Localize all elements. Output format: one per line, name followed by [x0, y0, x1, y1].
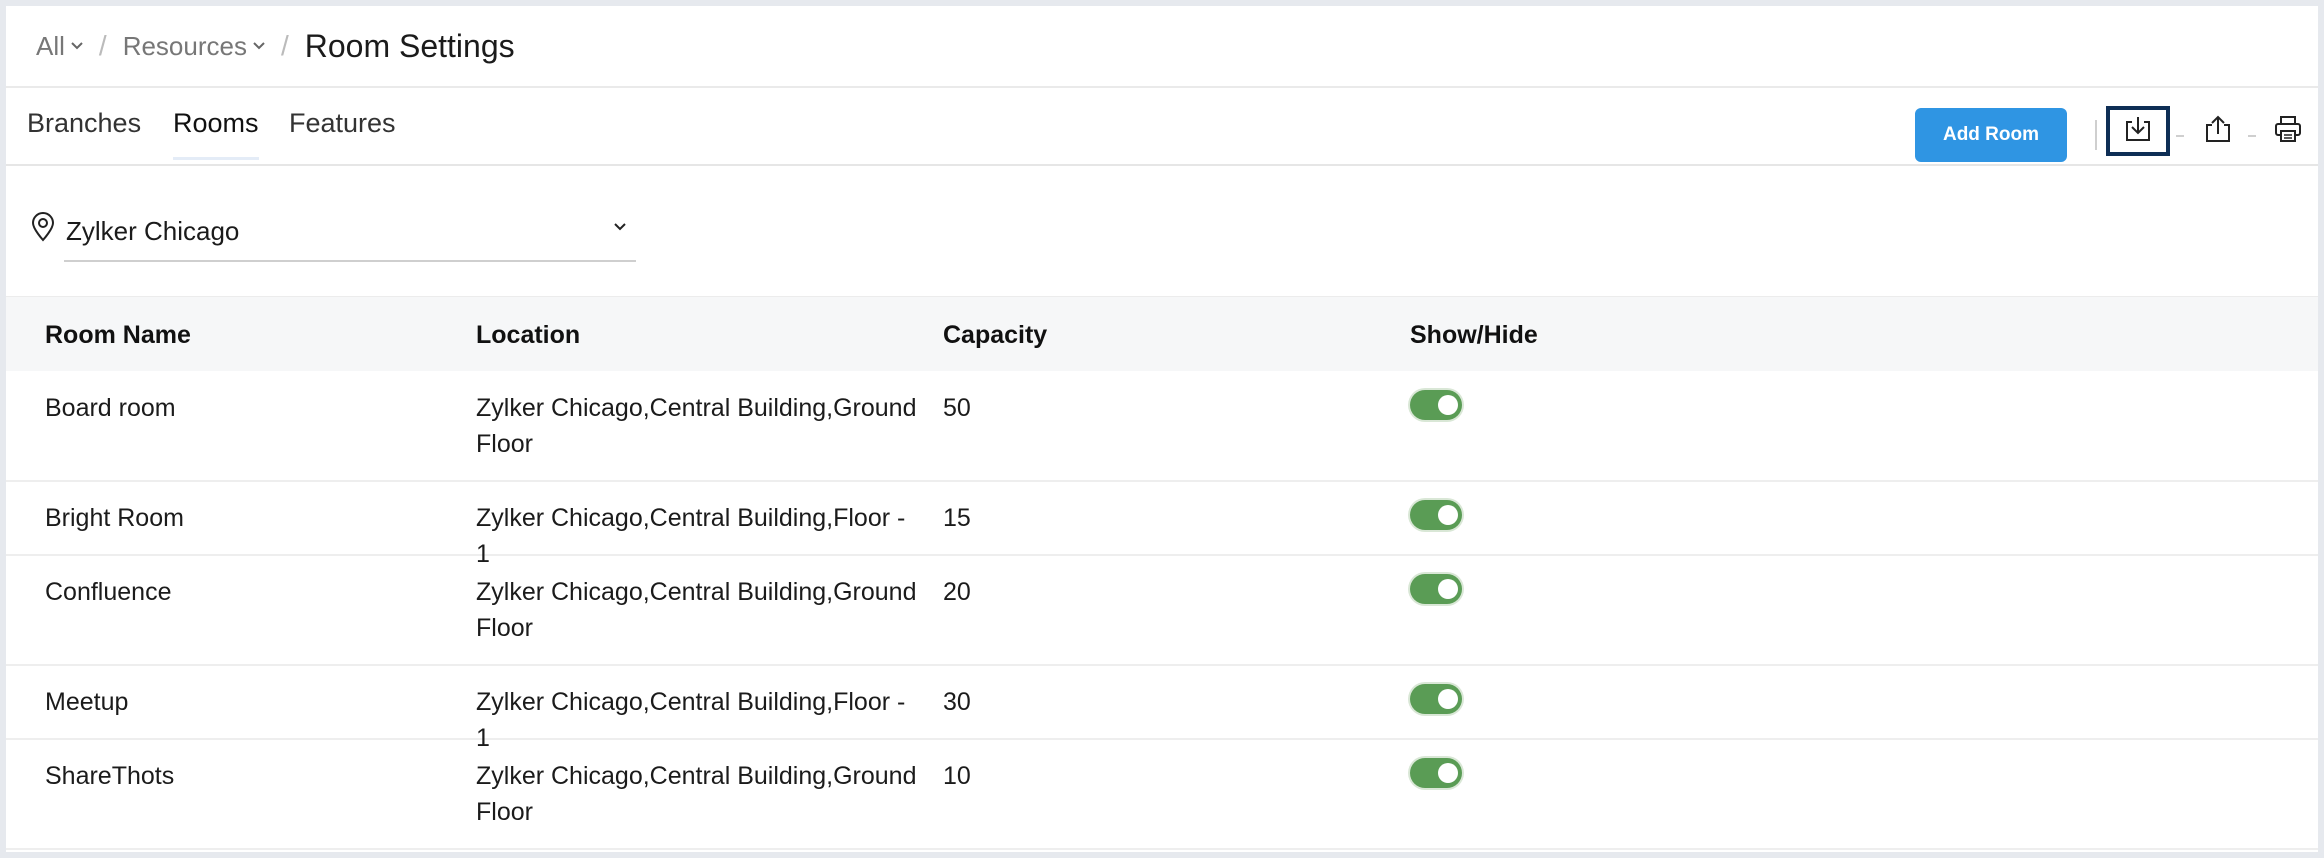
chevron-down-icon — [614, 218, 626, 236]
toolbar-divider — [2095, 120, 2097, 150]
room-capacity: 10 — [943, 762, 971, 790]
toolbar-dot — [2248, 135, 2256, 137]
column-header-show-hide: Show/Hide — [1410, 321, 1538, 349]
breadcrumb-resources-label: Resources — [122, 30, 247, 61]
room-capacity: 20 — [943, 578, 971, 606]
room-capacity: 30 — [943, 688, 971, 716]
tab-features[interactable]: Features — [289, 108, 396, 157]
room-location: Zylker Chicago,Central Building,Ground F… — [476, 578, 917, 642]
branch-location-select[interactable]: Zylker Chicago — [64, 202, 636, 262]
import-icon — [2123, 114, 2153, 149]
table-row: Board room Zylker Chicago,Central Buildi… — [6, 370, 2318, 482]
room-name: Board room — [45, 394, 176, 422]
show-hide-toggle[interactable] — [1410, 574, 1462, 604]
toggle-knob — [1438, 579, 1458, 599]
location-pin-icon — [30, 212, 56, 242]
breadcrumb: All / Resources / Room Settings — [6, 6, 2318, 88]
room-location: Zylker Chicago,Central Building,Ground F… — [476, 762, 917, 826]
breadcrumb-separator: / — [280, 30, 289, 61]
show-hide-toggle[interactable] — [1410, 500, 1462, 530]
column-header-location: Location — [476, 321, 581, 349]
toggle-knob — [1438, 395, 1458, 415]
page-title: Room Settings — [304, 27, 515, 64]
table-row: Meetup Zylker Chicago,Central Building,F… — [6, 664, 2318, 752]
show-hide-toggle[interactable] — [1410, 684, 1462, 714]
show-hide-toggle[interactable] — [1410, 758, 1462, 788]
room-location: Zylker Chicago,Central Building,Ground F… — [476, 394, 917, 458]
column-header-capacity: Capacity — [943, 321, 1048, 349]
toggle-knob — [1438, 689, 1458, 709]
export-button[interactable] — [2186, 106, 2250, 156]
column-header-room-name: Room Name — [45, 321, 191, 349]
room-capacity: 50 — [943, 394, 971, 422]
app-frame: All / Resources / Room Settings Branches… — [6, 6, 2318, 852]
branch-location-value: Zylker Chicago — [66, 215, 240, 246]
show-hide-toggle[interactable] — [1410, 390, 1462, 420]
add-room-button[interactable]: Add Room — [1915, 108, 2067, 162]
table-row: Bright Room Zylker Chicago,Central Build… — [6, 480, 2318, 568]
table-header: Room Name Location Capacity Show/Hide — [6, 296, 2318, 371]
room-capacity: 15 — [943, 504, 971, 532]
breadcrumb-all-label: All — [36, 30, 65, 61]
breadcrumb-all[interactable]: All — [36, 31, 83, 62]
breadcrumb-separator: / — [98, 30, 107, 61]
chevron-down-icon — [71, 37, 83, 55]
import-button[interactable] — [2106, 106, 2170, 156]
room-name: Bright Room — [45, 504, 184, 532]
table-row: Confluence Zylker Chicago,Central Buildi… — [6, 554, 2318, 666]
table-row: ShareThots Zylker Chicago,Central Buildi… — [6, 738, 2318, 850]
tab-rooms[interactable]: Rooms — [173, 108, 259, 160]
room-name: ShareThots — [45, 762, 175, 790]
toggle-knob — [1438, 505, 1458, 525]
chevron-down-icon — [253, 37, 265, 55]
breadcrumb-resources[interactable]: Resources — [123, 31, 265, 62]
room-name: Meetup — [45, 688, 129, 716]
toolbar-dot — [2176, 135, 2184, 137]
room-name: Confluence — [45, 578, 172, 606]
print-icon — [2273, 114, 2303, 149]
export-icon — [2203, 114, 2233, 149]
toggle-knob — [1438, 763, 1458, 783]
tab-bar: Branches Rooms Features Add Room — [6, 90, 2318, 166]
tab-branches[interactable]: Branches — [27, 108, 141, 157]
print-button[interactable] — [2256, 106, 2318, 156]
